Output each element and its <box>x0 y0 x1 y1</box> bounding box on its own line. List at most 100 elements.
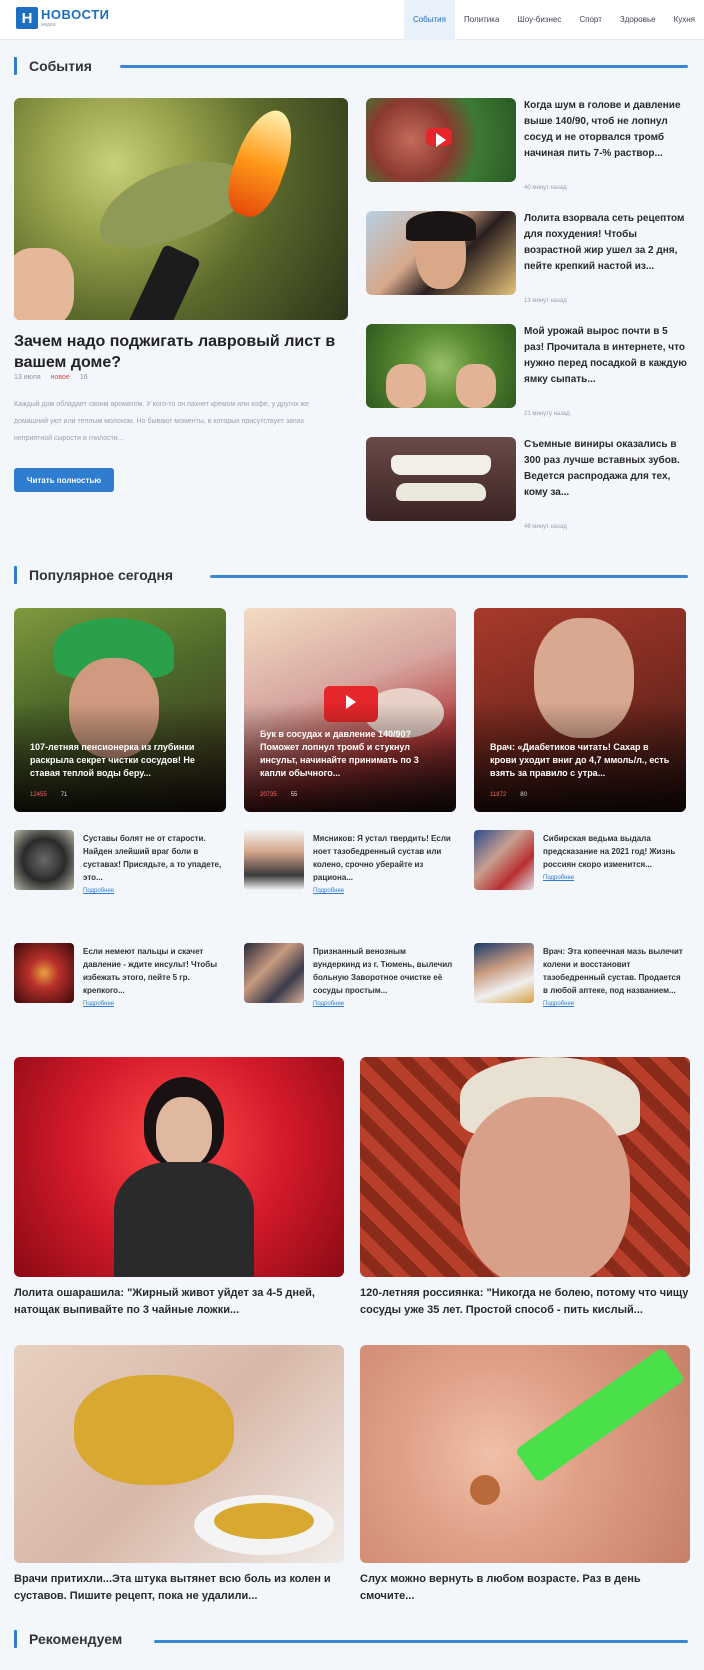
big-news-image[interactable] <box>360 1345 690 1563</box>
small-news-text: Врач: Эта копеечная мазь вылечит колени … <box>543 947 683 995</box>
views-count: 11872 <box>490 792 507 798</box>
lighter-shape <box>126 243 202 320</box>
section-recommend-heading: Рекомендуем <box>14 1630 122 1648</box>
popular-card[interactable]: 107-летняя пенсионерка из глубинки раскр… <box>14 608 226 812</box>
nav-item-health[interactable]: Здоровье <box>611 0 665 40</box>
small-news-item[interactable]: Суставы болят не от старости. Найден зле… <box>83 832 223 898</box>
small-news-item[interactable]: Врач: Эта копеечная мазь вылечит колени … <box>543 945 683 1011</box>
site-logo[interactable]: Н НОВОСТИ медиа <box>16 7 110 29</box>
side-news-time: 46 минут назад <box>524 524 567 530</box>
featured-excerpt: Каждый дом обладает своим ароматом. У ко… <box>14 401 310 442</box>
section-title: События <box>29 58 92 74</box>
read-more-button[interactable]: Читать полностью <box>14 468 114 492</box>
comments-count: 80 <box>520 792 527 798</box>
small-news-item[interactable]: Мясников: Я устал твердить! Если ноет та… <box>313 832 453 898</box>
logo-subtitle: медиа <box>41 22 56 28</box>
side-news-image[interactable] <box>366 437 516 521</box>
nav-item-sport[interactable]: Спорт <box>570 0 611 40</box>
small-news-text: Суставы болят не от старости. Найден зле… <box>83 834 222 882</box>
small-news-item[interactable]: Признанный венозным вундеркинд из г. Тюм… <box>313 945 453 1011</box>
featured-date: 13 июля <box>14 374 41 381</box>
nav-item-events[interactable]: События <box>403 0 455 40</box>
small-news-text: Сибирская ведьма выдала предсказание на … <box>543 834 676 869</box>
views-count: 20735 <box>260 792 277 798</box>
more-link[interactable]: Подробнее <box>313 885 453 898</box>
side-news-image[interactable] <box>366 324 516 408</box>
flame-shape <box>218 102 304 224</box>
more-link[interactable]: Подробнее <box>543 872 683 885</box>
comments-count: 71 <box>60 792 68 798</box>
logo-mark: Н <box>16 7 38 29</box>
featured-title[interactable]: Зачем надо поджигать лавровый лист в ваш… <box>14 331 344 373</box>
more-link[interactable]: Подробнее <box>543 998 683 1011</box>
section-title: Популярное сегодня <box>29 567 174 583</box>
nav-item-politics[interactable]: Политика <box>455 0 508 40</box>
small-news-image[interactable] <box>14 830 74 890</box>
nav-item-kitchen[interactable]: Кухня <box>665 0 704 40</box>
featured-meta: 13 июля новое 16 <box>14 374 88 381</box>
popular-card-title: Врач: «Диабетиков читать! Сахар в крови … <box>490 742 670 778</box>
big-news-title[interactable]: Врачи притихли...Эта штука вытянет всю б… <box>14 1571 344 1605</box>
heading-bar <box>14 566 17 584</box>
side-news-image[interactable] <box>366 98 516 182</box>
small-news-text: Если немеют пальцы и скачет давление - ж… <box>83 947 218 995</box>
side-news-time: 21 минуту назад <box>524 411 570 417</box>
turmeric-shape <box>74 1375 234 1485</box>
more-link[interactable]: Подробнее <box>313 998 453 1011</box>
popular-card-title: 107-летняя пенсионерка из глубинки раскр… <box>30 742 195 778</box>
small-news-image[interactable] <box>244 830 304 890</box>
paste-shape <box>214 1503 314 1539</box>
side-news-title[interactable]: Лолита взорвала сеть рецептом для похуде… <box>524 211 690 275</box>
side-news-title[interactable]: Мой урожай вырос почти в 5 раз! Прочитал… <box>524 324 690 388</box>
big-news-title[interactable]: Слух можно вернуть в любом возрасте. Раз… <box>360 1571 690 1605</box>
small-news-text: Мясников: Я устал твердить! Если ноет та… <box>313 834 451 882</box>
heading-bar <box>14 1630 17 1648</box>
teeth-shape <box>396 483 486 501</box>
popular-card[interactable]: Бук в сосудах и давление 140/90? Поможет… <box>244 608 456 812</box>
side-news-time: 40 минут назад <box>524 185 567 191</box>
side-news-title[interactable]: Когда шум в голове и давление выше 140/9… <box>524 98 690 162</box>
side-news-title[interactable]: Съемные виниры оказались в 300 раз лучше… <box>524 437 690 501</box>
syringe-shape <box>514 1346 686 1484</box>
featured-badge: новое <box>50 374 70 381</box>
hand-shape <box>14 248 74 320</box>
nav-item-showbiz[interactable]: Шоу-бизнес <box>508 0 570 40</box>
big-news-image[interactable] <box>14 1345 344 1563</box>
big-news-image[interactable] <box>360 1057 690 1277</box>
dress-shape <box>114 1162 254 1277</box>
site-header: Н НОВОСТИ медиа События Политика Шоу-биз… <box>0 0 704 40</box>
main-nav: События Политика Шоу-бизнес Спорт Здоров… <box>403 0 704 40</box>
section-divider <box>154 1640 688 1643</box>
big-news-title[interactable]: Лолита ошарашила: "Жирный живот уйдет за… <box>14 1285 344 1319</box>
small-news-item[interactable]: Сибирская ведьма выдала предсказание на … <box>543 832 683 885</box>
small-news-image[interactable] <box>14 943 74 1003</box>
big-news-image[interactable] <box>14 1057 344 1277</box>
views-count: 12455 <box>30 792 47 798</box>
comments-count: 55 <box>290 792 298 798</box>
popular-card[interactable]: Врач: «Диабетиков читать! Сахар в крови … <box>474 608 686 812</box>
teeth-shape <box>391 455 491 475</box>
logo-name: НОВОСТИ <box>41 7 110 22</box>
section-popular-heading: Популярное сегодня <box>14 566 173 584</box>
more-link[interactable]: Подробнее <box>83 885 223 898</box>
face-shape <box>156 1097 212 1167</box>
popular-card-title: Бук в сосудах и давление 140/90? Поможет… <box>260 729 419 778</box>
more-link[interactable]: Подробнее <box>83 998 223 1011</box>
small-news-image[interactable] <box>244 943 304 1003</box>
small-news-image[interactable] <box>474 830 534 890</box>
small-news-text: Признанный венозным вундеркинд из г. Тюм… <box>313 947 453 995</box>
featured-comments: 16 <box>79 374 88 381</box>
drop-shape <box>470 1475 500 1505</box>
small-news-item[interactable]: Если немеют пальцы и скачет давление - ж… <box>83 945 223 1011</box>
featured-image[interactable] <box>14 98 348 320</box>
side-news-image[interactable] <box>366 211 516 295</box>
big-news-title[interactable]: 120-летняя россиянка: "Никогда не болею,… <box>360 1285 690 1319</box>
section-events-heading: События <box>14 57 92 75</box>
small-news-image[interactable] <box>474 943 534 1003</box>
section-divider <box>210 575 688 578</box>
face-shape <box>460 1097 630 1277</box>
play-icon <box>426 128 452 147</box>
heading-bar <box>14 57 17 75</box>
hand-shape <box>456 364 496 408</box>
section-title: Рекомендуем <box>29 1631 123 1647</box>
